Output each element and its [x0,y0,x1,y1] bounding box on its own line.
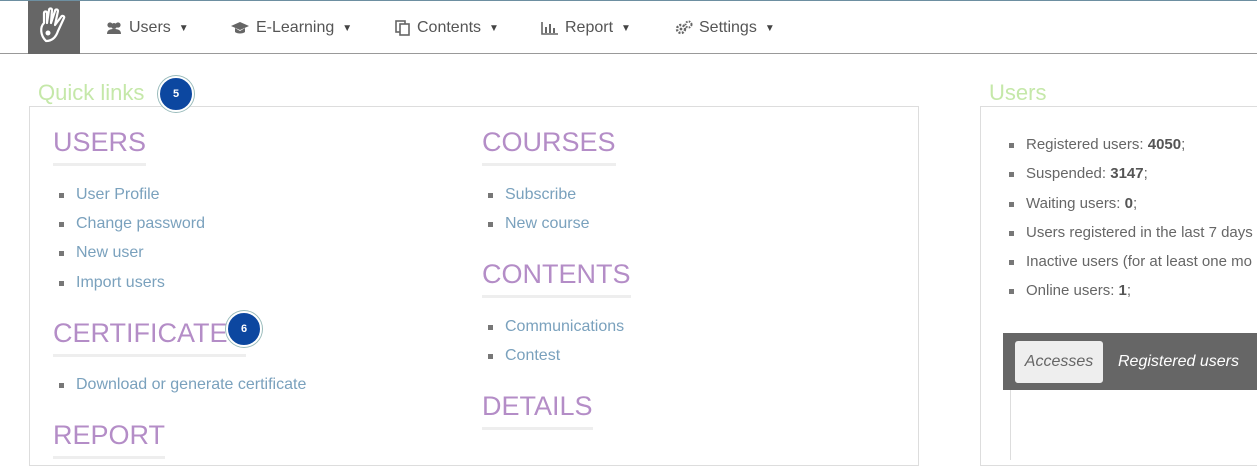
courses-heading: COURSES [482,127,616,166]
nav-contents-label: Contents [417,19,482,36]
stat-value: 0 [1124,195,1133,212]
bullet [1009,289,1014,294]
bullet [1009,172,1014,177]
link-import-users[interactable]: Import users [59,274,165,292]
details-heading: DETAILS [482,391,593,430]
link-label: New course [505,215,590,232]
stat-label: Users registered in the last 7 days [1026,224,1253,241]
nav-elearning-label: E-Learning [256,19,335,36]
link-change-password[interactable]: Change password [59,215,205,233]
stat-value: 4050 [1147,136,1182,153]
link-new-user[interactable]: New user [59,244,144,262]
nav-settings[interactable]: Settings ▼ [675,19,775,37]
stat-value: 1 [1118,282,1127,299]
step-badge: 6 [226,311,262,347]
link-label: Contest [505,347,561,364]
stat-label: Online users: [1026,282,1119,299]
bullet [488,222,493,227]
quick-links-title: Quick links [38,80,145,105]
report-heading: REPORT [53,420,166,459]
certificates-heading: CERTIFICATES [53,318,246,357]
tab-content-area [1010,390,1257,460]
bullet [1009,231,1014,236]
nav-settings-label: Settings [699,19,757,36]
chevron-down-icon: ▼ [764,22,775,34]
link-label: Import users [76,274,165,291]
stat-label: Inactive users (for at least one mo [1026,253,1252,270]
stat-suspended: Suspended: 3147; [1009,165,1148,182]
bullet [59,281,64,286]
stat-registered-last-7-days: Users registered in the last 7 days [1009,224,1253,241]
link-label: Change password [76,215,205,232]
stat-label: Waiting users: [1026,195,1125,212]
bullet [59,383,64,388]
link-subscribe[interactable]: Subscribe [488,186,577,204]
nav-report-label: Report [565,19,614,36]
bullet [1009,260,1014,265]
app-logo[interactable] [28,1,80,54]
chevron-down-icon: ▼ [342,22,353,34]
users-panel-title: Users [989,80,1047,105]
bullet [1009,143,1014,148]
stat-label: Suspended: [1026,165,1111,182]
stat-waiting-users: Waiting users: 0; [1009,195,1138,212]
link-contest[interactable]: Contest [488,347,561,365]
stat-registered-users: Registered users: 4050; [1009,136,1186,153]
stat-label: Registered users: [1026,136,1148,153]
nav-report[interactable]: Report ▼ [541,19,631,37]
users-heading: USERS [53,127,147,166]
files-icon [395,20,411,36]
tab-accesses[interactable]: Accesses [1015,341,1103,383]
users-tabbar: Accesses Registered users [1003,333,1257,390]
nav-users[interactable]: Users ▼ [105,19,189,37]
nav-users-label: Users [129,19,171,36]
stat-inactive-users: Inactive users (for at least one mo [1009,253,1252,270]
chevron-down-icon: ▼ [621,22,631,34]
top-navbar: Users ▼ E-Learning ▼ Contents ▼ Report ▼… [0,0,1257,54]
stat-suffix: ; [1143,165,1148,182]
nav-contents[interactable]: Contents ▼ [395,19,499,37]
bar-chart-icon [541,21,559,35]
hand-logo-icon [40,7,66,43]
link-download-certificate[interactable]: Download or generate certificate [59,376,307,394]
graduation-cap-icon [230,21,250,35]
stat-online-users: Online users: 1; [1009,282,1132,299]
chevron-down-icon: ▼ [178,22,189,34]
bullet [59,222,64,227]
bullet [1009,202,1014,207]
bullet [488,193,493,198]
nav-elearning[interactable]: E-Learning ▼ [230,19,352,37]
stat-suffix: ; [1133,195,1138,212]
contents-heading: CONTENTS [482,259,631,298]
link-label: Subscribe [505,186,577,203]
stat-suffix: ; [1181,136,1186,153]
link-label: New user [76,244,144,261]
bullet [488,325,493,330]
bullet [59,251,64,256]
stat-value: 3147 [1110,165,1144,182]
link-label: Download or generate certificate [76,376,307,393]
stat-suffix: ; [1126,282,1132,299]
bullet [488,354,493,359]
gears-icon [675,20,693,36]
bullet [59,193,64,198]
link-user-profile[interactable]: User Profile [59,186,160,204]
link-label: Communications [505,318,625,335]
link-new-course[interactable]: New course [488,215,590,233]
tab-registered-users[interactable]: Registered users [1118,341,1239,383]
chevron-down-icon: ▼ [489,22,499,34]
users-icon [105,21,123,35]
link-label: User Profile [76,186,160,203]
step-badge: 5 [158,76,194,112]
link-communications[interactable]: Communications [488,318,625,336]
